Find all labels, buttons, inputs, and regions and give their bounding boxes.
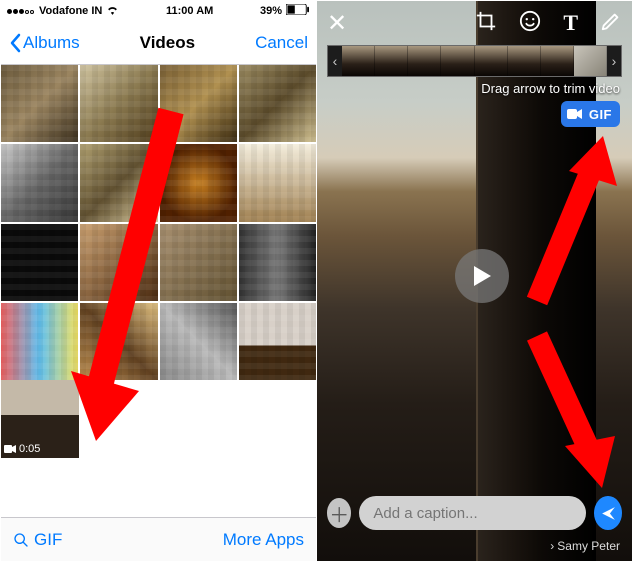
duration-label: 0:05	[19, 443, 40, 455]
chevron-right-icon: ›	[550, 539, 554, 553]
page-title: Videos	[140, 33, 195, 53]
trim-handle-right[interactable]: ›	[607, 46, 621, 76]
close-button[interactable]: ✕	[327, 9, 347, 38]
annotation-arrow	[61, 101, 201, 461]
text-tool-icon[interactable]: T	[563, 10, 578, 36]
signal-dots-icon	[7, 5, 35, 17]
battery-percent: 39%	[260, 5, 282, 17]
video-duration-badge: 0:05	[4, 443, 40, 455]
bottom-toolbar: GIF More Apps	[1, 517, 316, 561]
gif-search-button[interactable]: GIF	[13, 530, 62, 550]
gif-label: GIF	[34, 530, 62, 550]
carrier-label: Vodafone IN	[39, 5, 102, 17]
caption-row: ＋	[327, 495, 622, 531]
annotation-arrow	[517, 131, 632, 311]
add-media-button[interactable]: ＋	[327, 498, 351, 528]
recipient-name: Samy Peter	[557, 539, 620, 553]
annotation-arrow	[517, 326, 627, 496]
phone-right-video-editor: ✕ T ‹ › Drag arrow to trim video GIF	[317, 1, 632, 561]
video-thumb[interactable]	[239, 65, 316, 142]
play-icon	[471, 264, 493, 288]
video-camera-icon	[567, 108, 583, 120]
video-camera-icon	[4, 445, 16, 453]
editor-top-bar: ✕ T	[317, 1, 632, 45]
video-thumb[interactable]	[239, 224, 316, 301]
send-icon	[600, 505, 617, 522]
send-button[interactable]	[594, 496, 622, 530]
gif-toggle-label: GIF	[589, 107, 612, 122]
status-bar: Vodafone IN 11:00 AM 39%	[1, 1, 316, 21]
search-icon	[13, 532, 29, 548]
trim-handle-left[interactable]: ‹	[328, 46, 342, 76]
trim-timeline[interactable]: ‹ ›	[327, 45, 622, 77]
more-apps-button[interactable]: More Apps	[223, 530, 304, 550]
recipient-label: › Samy Peter	[550, 539, 620, 553]
chevron-left-icon	[9, 33, 21, 53]
trim-hint-label: Drag arrow to trim video	[481, 81, 620, 96]
timeline-frames	[342, 46, 607, 76]
caption-input[interactable]	[359, 496, 586, 530]
back-label: Albums	[23, 33, 80, 53]
play-button[interactable]	[455, 249, 509, 303]
gif-toggle-button[interactable]: GIF	[561, 101, 620, 127]
clock-label: 11:00 AM	[166, 5, 213, 17]
video-thumb[interactable]	[239, 144, 316, 221]
phone-left-videos-picker: Vodafone IN 11:00 AM 39% Albums Videos C…	[1, 1, 316, 561]
video-thumb[interactable]	[239, 303, 316, 380]
crop-icon[interactable]	[475, 10, 497, 37]
emoji-icon[interactable]	[519, 10, 541, 37]
wifi-icon	[106, 5, 119, 18]
cancel-button[interactable]: Cancel	[255, 33, 308, 53]
back-button[interactable]: Albums	[9, 33, 80, 53]
nav-bar: Albums Videos Cancel	[1, 21, 316, 65]
battery-icon	[286, 4, 310, 18]
draw-tool-icon[interactable]	[600, 10, 622, 37]
